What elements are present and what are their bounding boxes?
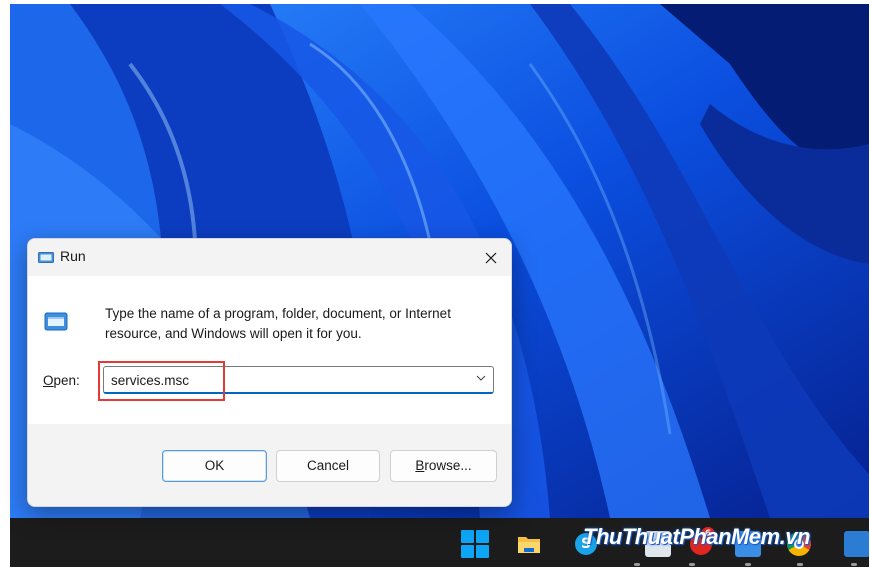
run-program-icon (44, 312, 68, 331)
dialog-footer: OK Cancel Browse... (28, 424, 511, 506)
running-indicator (797, 563, 803, 566)
open-label: Open: (43, 373, 80, 388)
ok-button[interactable]: OK (162, 450, 267, 482)
running-indicator (745, 563, 751, 566)
dialog-content: Type the name of a program, folder, docu… (28, 276, 511, 424)
run-dialog: Run Type the name of a program, folder, … (27, 238, 512, 507)
cancel-button[interactable]: Cancel (276, 450, 380, 482)
open-label-text: pen: (53, 373, 80, 388)
browse-label: rowse... (424, 458, 472, 473)
browse-button[interactable]: Browse... (390, 450, 497, 482)
run-icon (38, 252, 54, 263)
chevron-down-icon[interactable] (476, 375, 486, 381)
running-indicator (689, 563, 695, 566)
running-indicator (851, 563, 857, 566)
open-input[interactable] (111, 370, 461, 390)
windows-start-icon[interactable] (461, 530, 489, 558)
open-label-accesskey: O (43, 373, 54, 388)
close-icon (485, 252, 497, 264)
watermark: ThuThuatPhanMem.vn (583, 524, 810, 549)
word-icon[interactable] (844, 531, 869, 557)
dialog-description: Type the name of a program, folder, docu… (105, 306, 451, 341)
running-indicator (634, 563, 640, 566)
close-button[interactable] (474, 241, 508, 275)
file-explorer-icon[interactable] (516, 531, 542, 557)
title-bar[interactable]: Run (28, 239, 511, 276)
open-combobox[interactable] (103, 366, 494, 394)
dialog-title: Run (60, 248, 86, 264)
